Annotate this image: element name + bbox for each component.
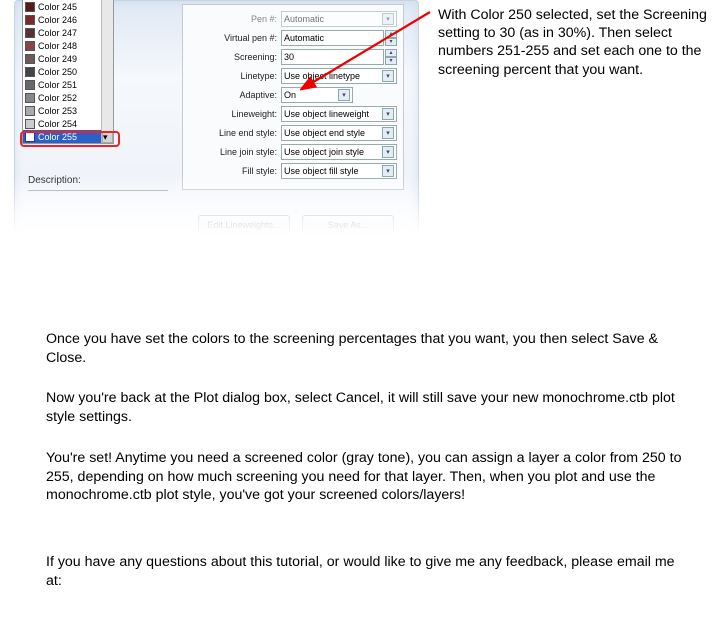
save-as-button[interactable]: Save As... xyxy=(302,215,394,235)
linetype-label: Linetype: xyxy=(183,71,277,81)
chevron-down-icon[interactable]: ▾ xyxy=(338,89,350,101)
color-item-label: Color 245 xyxy=(38,2,77,12)
color-item-label: Color 249 xyxy=(38,54,77,64)
color-item-label: Color 246 xyxy=(38,15,77,25)
color-swatch-icon xyxy=(25,106,35,116)
properties-panel: Pen #: Automatic▾ Virtual pen #: Automat… xyxy=(182,4,404,190)
dialog-button-row: Edit Lineweights... Save As... xyxy=(198,215,394,235)
virtual-pen-field[interactable]: Automatic xyxy=(281,30,384,46)
color-listbox[interactable]: Color 245 Color 246 Color 247 Color 248 Colo… xyxy=(22,0,114,144)
chevron-down-icon[interactable]: ▾ xyxy=(382,165,394,177)
color-item-label: Color 254 xyxy=(38,119,77,129)
chevron-down-icon[interactable]: ▾ xyxy=(382,70,394,82)
adaptive-label: Adaptive: xyxy=(183,90,277,100)
color-swatch-icon xyxy=(25,2,35,12)
color-list-item[interactable]: Color 247 xyxy=(23,26,113,39)
linetype-field[interactable]: Use object linetype▾ xyxy=(281,68,397,84)
pen-label: Pen #: xyxy=(183,14,277,24)
color-swatch-icon xyxy=(25,54,35,64)
paragraph-3: You're set! Anytime you need a screened … xyxy=(46,449,687,505)
color-list-item[interactable]: Color 253 xyxy=(23,104,113,117)
virtual-pen-label: Virtual pen #: xyxy=(183,33,277,43)
adaptive-field[interactable]: On▾ xyxy=(281,87,353,103)
color-swatch-icon xyxy=(25,93,35,103)
color-list-item[interactable]: Color 245 xyxy=(23,0,113,13)
color-list-item[interactable]: Color 248 xyxy=(23,39,113,52)
pen-field[interactable]: Automatic▾ xyxy=(281,11,397,27)
color-swatch-icon xyxy=(25,41,35,51)
scrollbar[interactable]: ▾ xyxy=(101,0,113,143)
color-swatch-icon xyxy=(25,119,35,129)
color-list-item[interactable]: Color 249 xyxy=(23,52,113,65)
paragraph-2: Now you're back at the Plot dialog box, … xyxy=(46,389,687,426)
chevron-down-icon[interactable]: ▾ xyxy=(382,108,394,120)
chevron-down-icon[interactable]: ▾ xyxy=(382,127,394,139)
color-list-item[interactable]: Color 250 xyxy=(23,65,113,78)
color-item-label: Color 250 xyxy=(38,67,77,77)
color-item-label: Color 247 xyxy=(38,28,77,38)
paragraph-1: Once you have set the colors to the scre… xyxy=(46,330,687,367)
tutorial-body-text: Once you have set the colors to the scre… xyxy=(0,270,727,591)
color-item-label: Color 252 xyxy=(38,93,77,103)
lineweight-field[interactable]: Use object lineweight▾ xyxy=(281,106,397,122)
color-swatch-icon xyxy=(25,28,35,38)
chevron-down-icon[interactable]: ▾ xyxy=(382,13,394,25)
screening-field[interactable]: 30 xyxy=(281,49,384,65)
color-item-label: Color 251 xyxy=(38,80,77,90)
color-swatch-icon xyxy=(25,80,35,90)
screenshot-annotation-area: Color 245 Color 246 Color 247 Color 248 Colo… xyxy=(0,0,727,270)
chevron-down-icon[interactable]: ▾ xyxy=(382,146,394,158)
screening-label: Screening: xyxy=(183,52,277,62)
annotation-text: With Color 250 selected, set the Screeni… xyxy=(438,6,714,79)
color-item-label: Color 248 xyxy=(38,41,77,51)
joinstyle-field[interactable]: Use object join style▾ xyxy=(281,144,397,160)
virtual-pen-spinner[interactable]: ▴▾ xyxy=(385,30,397,46)
color-item-label: Color 253 xyxy=(38,106,77,116)
highlight-callout xyxy=(20,131,120,147)
color-list-item[interactable]: Color 252 xyxy=(23,91,113,104)
fillstyle-field[interactable]: Use object fill style▾ xyxy=(281,163,397,179)
color-list-item[interactable]: Color 246 xyxy=(23,13,113,26)
color-list-item[interactable]: Color 254 xyxy=(23,117,113,130)
plot-style-dialog: Color 245 Color 246 Color 247 Color 248 Colo… xyxy=(14,0,419,255)
color-list-item[interactable]: Color 251 xyxy=(23,78,113,91)
edit-lineweights-button[interactable]: Edit Lineweights... xyxy=(198,215,290,235)
endstyle-label: Line end style: xyxy=(183,128,277,138)
color-swatch-icon xyxy=(25,67,35,77)
fillstyle-label: Fill style: xyxy=(183,166,277,176)
joinstyle-label: Line join style: xyxy=(183,147,277,157)
lineweight-label: Lineweight: xyxy=(183,109,277,119)
endstyle-field[interactable]: Use object end style▾ xyxy=(281,125,397,141)
screening-spinner[interactable]: ▴▾ xyxy=(385,49,397,65)
paragraph-4: If you have any questions about this tut… xyxy=(46,553,687,590)
description-field-underline xyxy=(28,190,168,191)
description-label: Description: xyxy=(28,175,81,186)
color-swatch-icon xyxy=(25,15,35,25)
